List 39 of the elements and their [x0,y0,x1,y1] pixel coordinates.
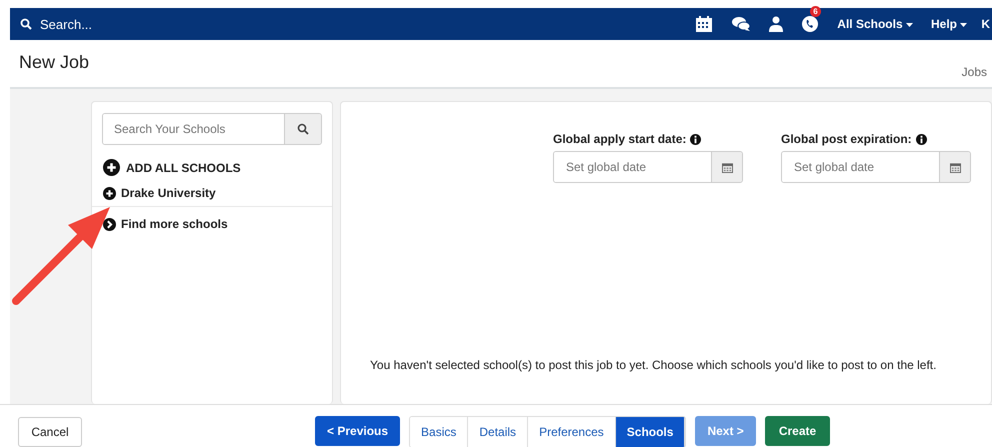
user-icon[interactable] [769,16,784,32]
plus-circle-icon[interactable] [103,186,116,200]
nav-dropdown[interactable]: All Schools [837,17,913,31]
search-icon [297,123,309,135]
plus-circle-icon[interactable] [103,159,120,176]
date-field[interactable]: Set global date [781,151,971,183]
search-button[interactable] [284,114,321,144]
step-tab[interactable]: Basics [410,417,468,447]
calendar-button[interactable] [711,152,742,182]
cancel-button[interactable]: Cancel [18,417,82,447]
chevron-circle-icon[interactable] [103,218,116,230]
notification-badge: 6 [810,6,821,17]
info-message: You haven't selected school(s) to post this job to yet. Choose which schools you'd like to post to on the left. [370,358,938,372]
chat-icon[interactable] [731,16,752,32]
school-list-item[interactable]: Find more schools [121,217,228,231]
field-label: Global apply start date: [553,132,686,146]
info-icon [916,134,927,144]
field-label: Global post expiration: [781,132,912,146]
info-icon [690,134,702,144]
school-list-item[interactable]: Drake University [121,186,216,200]
step-tab[interactable]: Schools [616,417,686,447]
nav-menu-item[interactable]: K [981,17,992,31]
school-search-field[interactable]: Search Your Schools [102,113,322,145]
calendar-icon [950,162,960,172]
calendar-icon [722,162,732,172]
calendar-icon[interactable] [695,15,714,33]
date-field[interactable]: Set global date [553,151,743,183]
caret-icon [960,22,968,27]
create-button[interactable]: Create [764,416,830,446]
search-icon [20,18,32,30]
page-title: New Job [18,51,90,74]
breadcrumb-link[interactable]: Jobs [962,65,992,87]
caret-icon [906,22,913,27]
calendar-button[interactable] [939,152,970,182]
add-all-link[interactable]: ADD ALL SCHOOLS [126,160,241,174]
previous-button[interactable]: < Previous [315,416,400,446]
nav-dropdown[interactable]: Help [930,17,968,31]
search-button[interactable]: Search... [10,16,92,32]
phone-icon[interactable] [801,15,820,33]
